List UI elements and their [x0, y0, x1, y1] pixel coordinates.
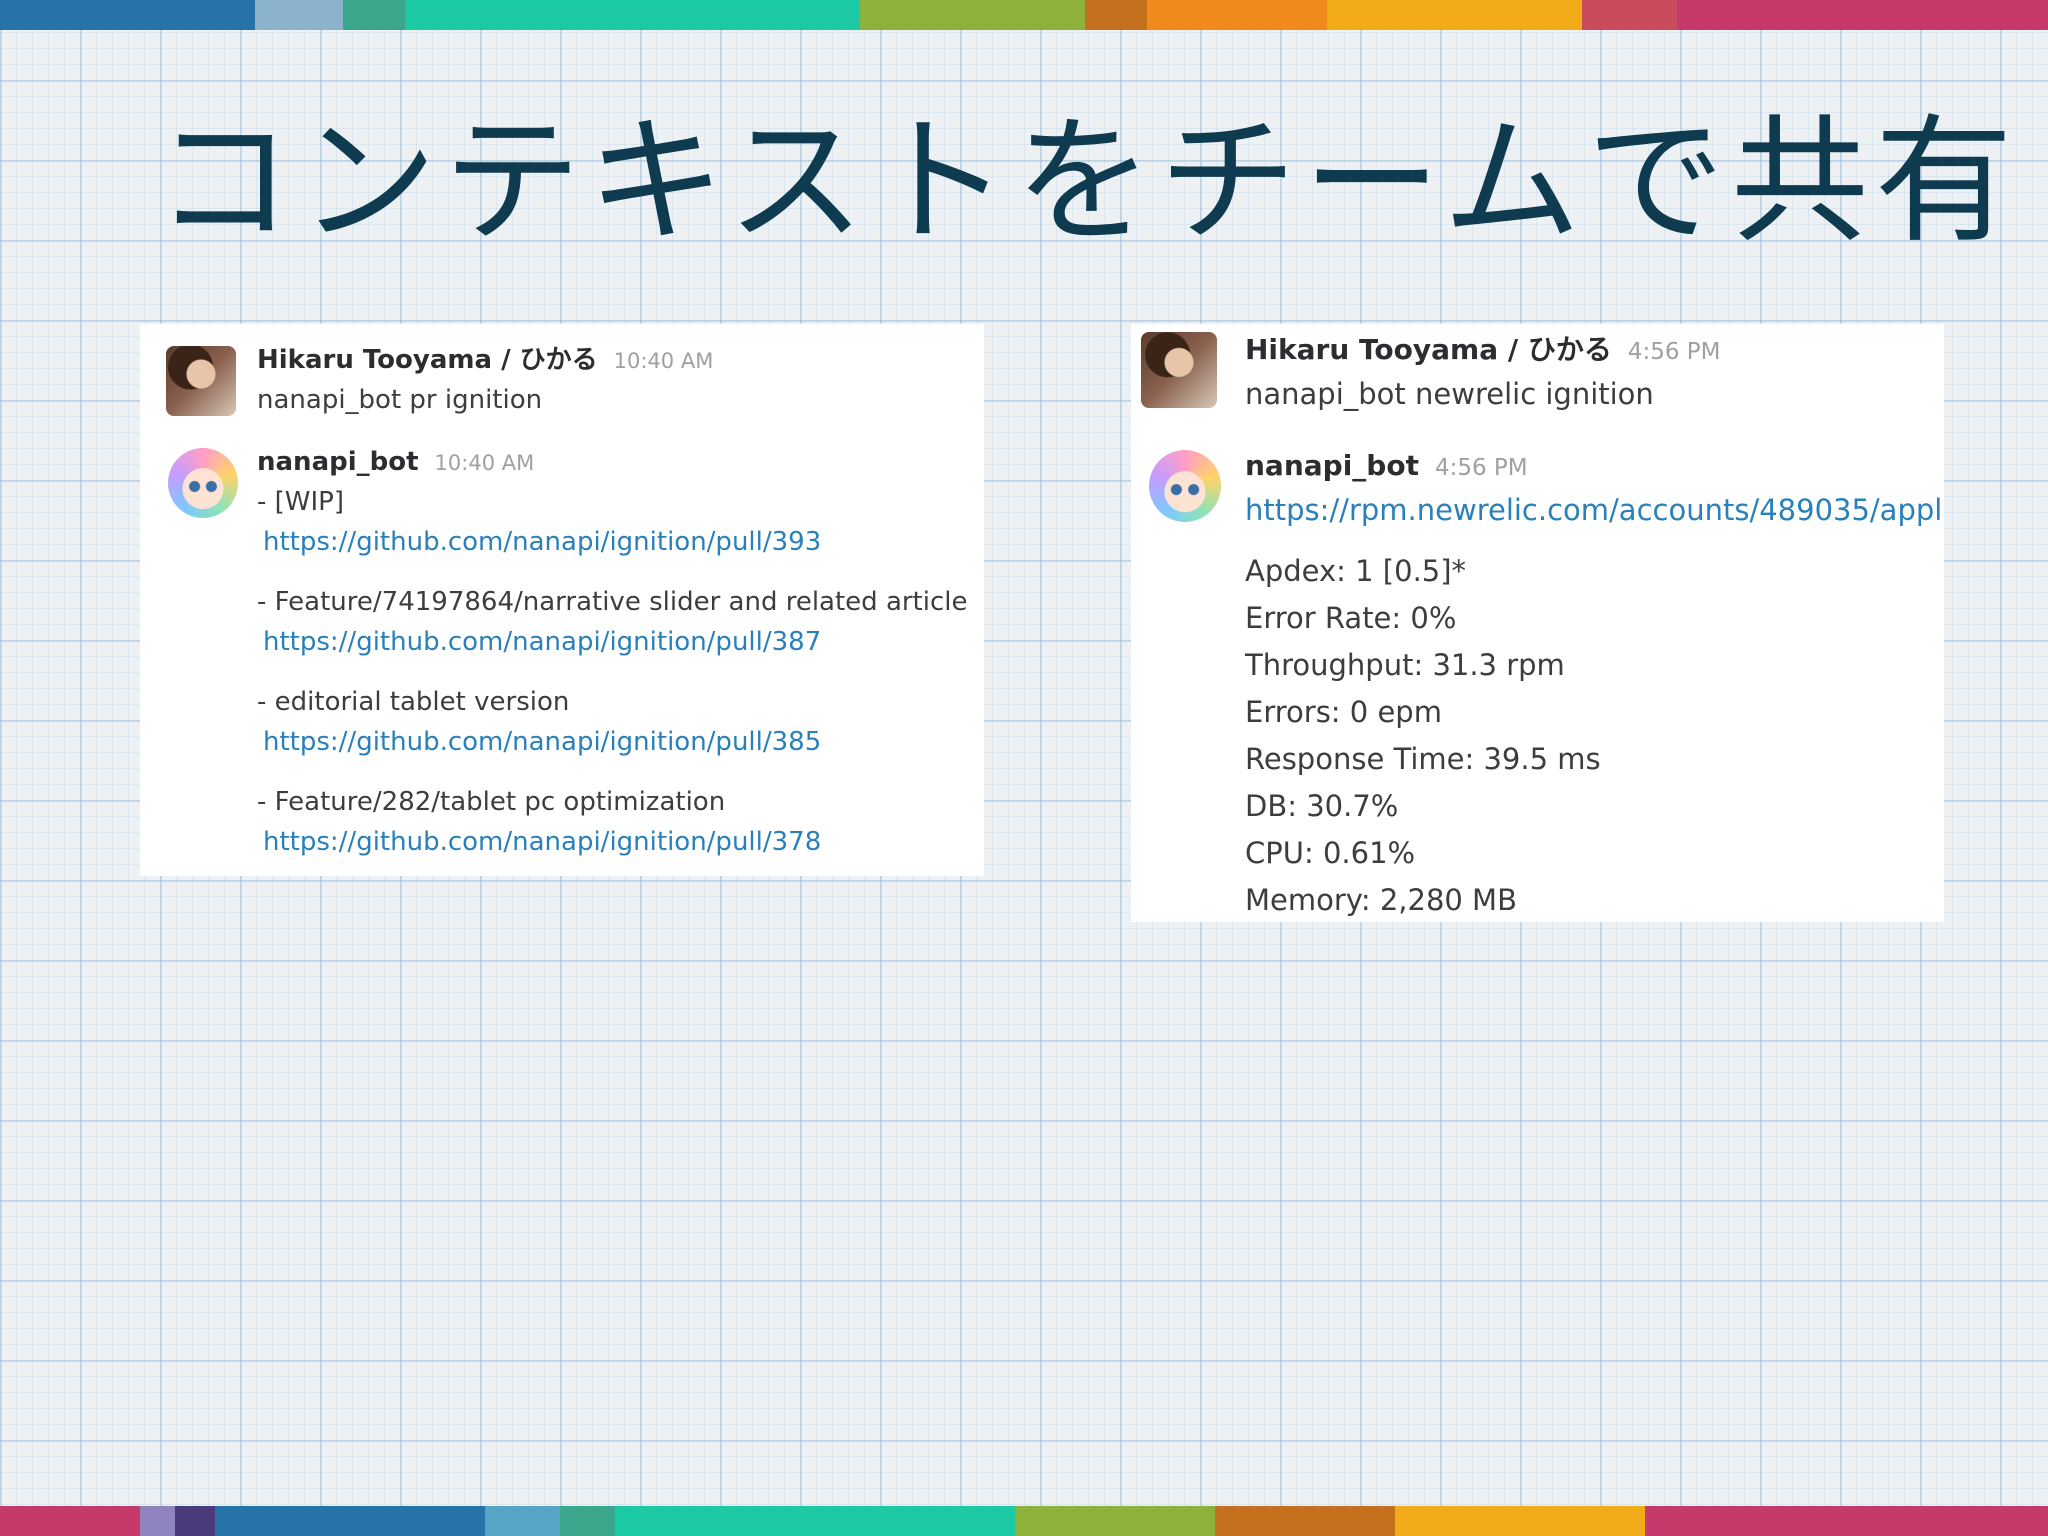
pr-title: - editorial tablet version	[257, 687, 570, 717]
message-body: nanapi_bot 10:40 AM - [WIP] https://githu…	[257, 442, 968, 862]
user-avatar-icon	[166, 346, 236, 416]
top-color-stripe	[0, 0, 2048, 30]
stripe-segment	[860, 0, 1085, 30]
pr-item: - editorial tablet version https://githu…	[257, 682, 968, 762]
chat-screenshot-pr: Hikaru Tooyama / ひかる 10:40 AM nanapi_bot …	[140, 324, 984, 876]
pr-link[interactable]: https://github.com/nanapi/ignition/pull/…	[257, 722, 968, 762]
message-header: nanapi_bot 4:56 PM	[1245, 444, 1944, 488]
message-header: nanapi_bot 10:40 AM	[257, 442, 968, 482]
stripe-segment	[215, 1506, 485, 1536]
pr-title: - [WIP]	[257, 487, 344, 517]
stripe-segment	[485, 1506, 560, 1536]
stripe-segment	[1582, 0, 1677, 30]
bot-avatar-icon	[1149, 450, 1221, 522]
pr-item: - Feature/282/tablet pc optimization htt…	[257, 782, 968, 862]
slide-title: コンテキストをチームで共有	[155, 101, 2019, 262]
pr-item: - [WIP] https://github.com/nanapi/igniti…	[257, 482, 968, 562]
timestamp[interactable]: 10:40 AM	[614, 349, 714, 373]
message-header: Hikaru Tooyama / ひかる 4:56 PM	[1245, 328, 1721, 372]
stripe-segment	[0, 1506, 140, 1536]
bottom-color-stripe	[0, 1506, 2048, 1536]
metric-errors: Errors: 0 epm	[1245, 695, 1442, 729]
stripe-segment	[1085, 0, 1147, 30]
bot-avatar-icon	[168, 448, 238, 518]
timestamp[interactable]: 10:40 AM	[435, 451, 535, 475]
message-body: Hikaru Tooyama / ひかる 10:40 AM nanapi_bot …	[257, 340, 713, 420]
pr-title: - Feature/282/tablet pc optimization	[257, 787, 726, 817]
message-body: nanapi_bot 4:56 PM https://rpm.newrelic.c…	[1245, 444, 1944, 922]
message-text: nanapi_bot newrelic ignition	[1245, 377, 1654, 411]
pr-item: - Feature/74197864/narrative slider and …	[257, 582, 968, 662]
stripe-segment	[343, 0, 405, 30]
stripe-segment	[1015, 1506, 1215, 1536]
stripe-segment	[615, 1506, 1015, 1536]
metric-response-time: Response Time: 39.5 ms	[1245, 742, 1601, 776]
sender-name[interactable]: nanapi_bot	[1245, 449, 1419, 482]
sender-name[interactable]: nanapi_bot	[257, 447, 419, 477]
sender-name[interactable]: Hikaru Tooyama / ひかる	[257, 345, 598, 375]
metric-db: DB: 30.7%	[1245, 789, 1399, 823]
timestamp[interactable]: 4:56 PM	[1628, 339, 1721, 365]
metric-apdex: Apdex: 1 [0.5]*	[1245, 554, 1467, 588]
message-body: Hikaru Tooyama / ひかる 4:56 PM nanapi_bot n…	[1245, 328, 1721, 416]
metric-memory: Memory: 2,280 MB	[1245, 883, 1517, 917]
stripe-segment	[255, 0, 343, 30]
timestamp[interactable]: 4:56 PM	[1435, 455, 1528, 481]
message-header: Hikaru Tooyama / ひかる 10:40 AM	[257, 340, 713, 380]
stripe-segment	[175, 1506, 215, 1536]
stripe-segment	[1677, 0, 2048, 30]
user-avatar-icon	[1141, 332, 1217, 408]
chat-screenshot-newrelic: Hikaru Tooyama / ひかる 4:56 PM nanapi_bot n…	[1131, 324, 1944, 922]
stripe-segment	[140, 1506, 175, 1536]
sender-name[interactable]: Hikaru Tooyama / ひかる	[1245, 333, 1612, 366]
stripe-segment	[405, 0, 860, 30]
pr-title: - Feature/74197864/narrative slider and …	[257, 587, 968, 617]
message-text: nanapi_bot pr ignition	[257, 385, 543, 415]
newrelic-link[interactable]: https://rpm.newrelic.com/accounts/489035…	[1245, 488, 1944, 532]
stripe-segment	[1395, 1506, 1645, 1536]
stripe-segment	[1147, 0, 1327, 30]
metric-cpu: CPU: 0.61%	[1245, 836, 1416, 870]
stripe-segment	[1645, 1506, 2048, 1536]
pr-link[interactable]: https://github.com/nanapi/ignition/pull/…	[257, 522, 968, 562]
stripe-segment	[0, 0, 255, 30]
pr-link[interactable]: https://github.com/nanapi/ignition/pull/…	[257, 622, 968, 662]
stripe-segment	[1327, 0, 1582, 30]
stripe-segment	[1215, 1506, 1395, 1536]
pr-link[interactable]: https://github.com/nanapi/ignition/pull/…	[257, 822, 968, 862]
metric-throughput: Throughput: 31.3 rpm	[1245, 648, 1565, 682]
metric-error-rate: Error Rate: 0%	[1245, 601, 1457, 635]
stripe-segment	[560, 1506, 615, 1536]
